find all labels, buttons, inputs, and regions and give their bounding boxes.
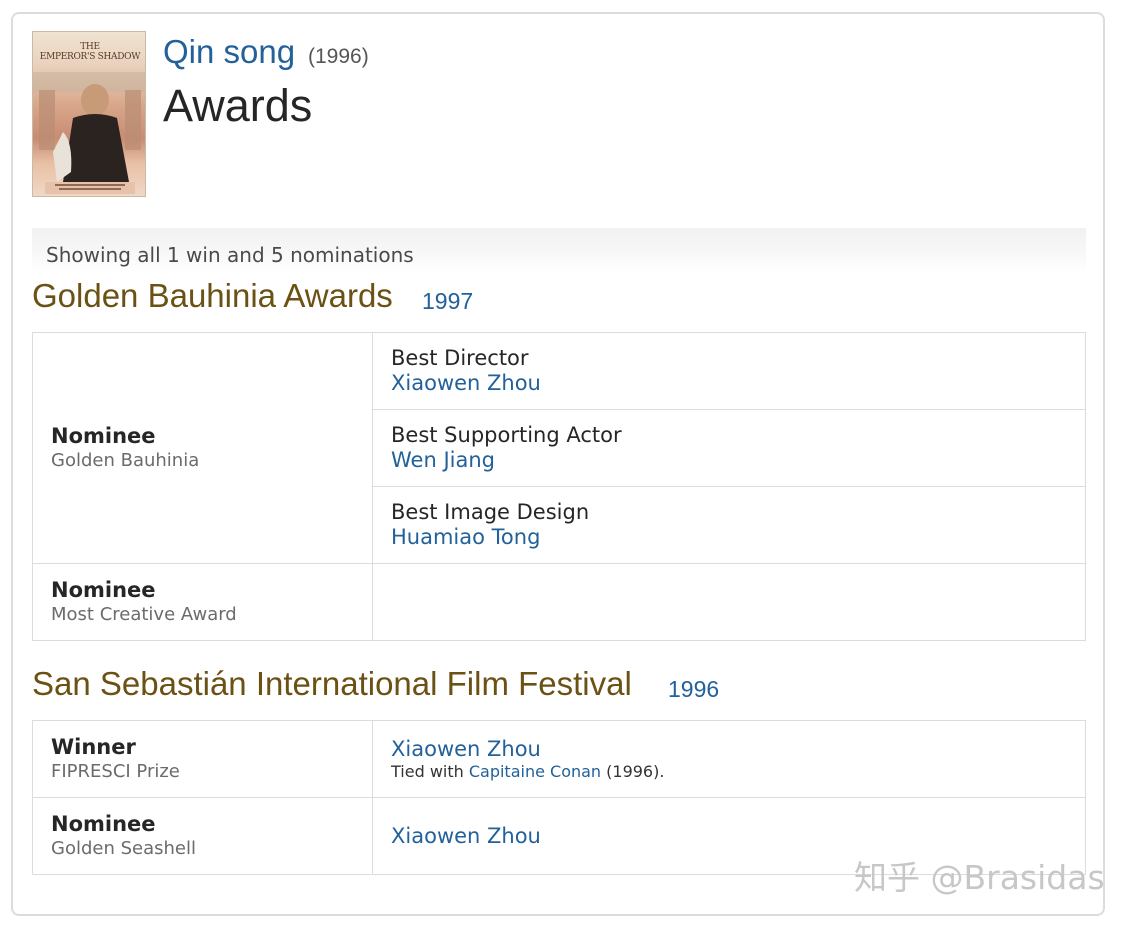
tie-note: Tied with Capitaine Conan (1996). — [391, 761, 665, 781]
movie-title-link[interactable]: Qin song — [163, 33, 295, 71]
award-detail-cell: Best Image Design Huamiao Tong — [372, 486, 1086, 564]
person-link[interactable]: Xiaowen Zhou — [391, 371, 1085, 396]
movie-year: (1996) — [308, 45, 369, 68]
table-row: Nominee Most Creative Award — [32, 563, 1086, 641]
outcome-cell: Nominee Golden Seashell — [32, 797, 373, 875]
person-link[interactable]: Huamiao Tong — [391, 525, 1085, 550]
outcome-status: Nominee — [51, 424, 156, 448]
event-title: Golden Bauhinia Awards — [32, 277, 393, 314]
award-category: Most Creative Award — [51, 604, 237, 625]
outcome-status: Nominee — [51, 812, 156, 836]
person-link[interactable]: Xiaowen Zhou — [391, 737, 1085, 762]
outcome-cell: Nominee Most Creative Award — [32, 563, 373, 641]
award-description: Best Image Design — [391, 500, 590, 524]
person-link[interactable]: Xiaowen Zhou — [391, 824, 1085, 849]
event-year-link[interactable]: 1997 — [422, 288, 473, 314]
table-row: Winner FIPRESCI Prize Xiaowen Zhou Tied … — [32, 720, 1086, 798]
award-description: Best Director — [391, 346, 529, 370]
award-description: Best Supporting Actor — [391, 423, 622, 447]
award-category: Golden Seashell — [51, 838, 196, 859]
event-year-link[interactable]: 1996 — [668, 676, 719, 702]
person-link[interactable]: Wen Jiang — [391, 448, 1085, 473]
award-detail-cell — [372, 563, 1086, 641]
outcome-cell: Winner FIPRESCI Prize — [32, 720, 373, 798]
outcome-status: Nominee — [51, 578, 156, 602]
award-detail-cell: Best Director Xiaowen Zhou — [372, 332, 1086, 410]
poster-figure-image — [33, 72, 145, 194]
awards-table: Nominee Golden Bauhinia Best Director Xi… — [32, 332, 1086, 641]
tied-film-link[interactable]: Capitaine Conan — [469, 762, 601, 781]
movie-poster[interactable]: THE EMPEROR'S SHADOW — [32, 31, 146, 197]
event-title: San Sebastián International Film Festiva… — [32, 665, 632, 702]
award-category: Golden Bauhinia — [51, 450, 200, 471]
award-detail-cell: Best Supporting Actor Wen Jiang — [372, 409, 1086, 487]
award-category: FIPRESCI Prize — [51, 761, 180, 782]
watermark: 知乎 @Brasidas — [854, 858, 1105, 897]
page-title: Awards — [163, 80, 313, 131]
outcome-cell: Nominee Golden Bauhinia — [32, 332, 373, 564]
summary-text: Showing all 1 win and 5 nominations — [46, 243, 414, 267]
award-detail-cell: Xiaowen Zhou Tied with Capitaine Conan (… — [372, 720, 1086, 798]
awards-table: Winner FIPRESCI Prize Xiaowen Zhou Tied … — [32, 720, 1086, 875]
outcome-status: Winner — [51, 735, 136, 759]
table-row: Nominee Golden Bauhinia Best Director Xi… — [32, 332, 1086, 564]
